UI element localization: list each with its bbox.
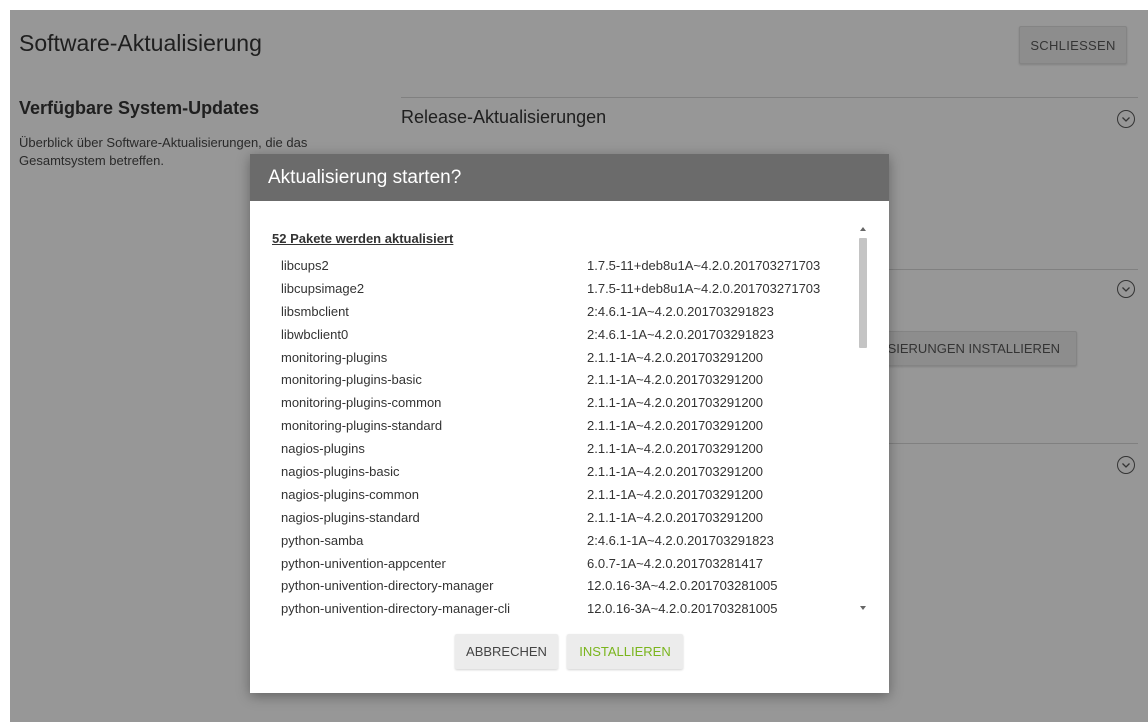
package-version: 2.1.1-1A~4.2.0.201703291200 — [587, 372, 764, 388]
package-version: 2.1.1-1A~4.2.0.201703291200 — [587, 395, 764, 411]
package-name: nagios-plugins-standard — [281, 509, 420, 525]
table-row: nagios-plugins 2.1.1-1A~4.2.0.20170329120… — [272, 437, 856, 460]
table-row: python-univention-appcenter 6.0.7-1A~4.2.… — [272, 552, 856, 575]
package-version: 1.7.5-11+deb8u1A~4.2.0.201703271703 — [587, 280, 821, 296]
package-name: libsmbclient — [281, 303, 349, 319]
table-row: monitoring-plugins-standard 2.1.1-1A~4.2.… — [272, 414, 856, 437]
package-version: 1.7.5-11+deb8u1A~4.2.0.201703271703 — [587, 257, 821, 273]
table-row: libcupsimage2 1.7.5-11+deb8u1A~4.2.0.2017… — [272, 277, 856, 300]
package-version: 2.1.1-1A~4.2.0.201703291200 — [587, 441, 764, 457]
table-row: python-univention-directory-manager 12.0.… — [272, 574, 856, 597]
package-list: 52 Pakete werden aktualisiert libcups2 1.… — [272, 224, 856, 616]
package-name: python-univention-directory-manager — [281, 578, 494, 594]
package-version: 2.1.1-1A~4.2.0.201703291200 — [587, 509, 764, 525]
package-name: libwbclient0 — [281, 326, 349, 342]
cancel-button[interactable]: ABBRECHEN — [455, 634, 558, 669]
package-rows: libcups2 1.7.5-11+deb8u1A~4.2.0.201703271… — [272, 254, 856, 616]
package-name: python-univention-directory-manager-cli — [281, 601, 511, 616]
package-version: 12.0.16-3A~4.2.0.201703281005 — [587, 601, 778, 616]
table-row: monitoring-plugins-basic 2.1.1-1A~4.2.0.2… — [272, 368, 856, 391]
table-row: nagios-plugins-common 2.1.1-1A~4.2.0.2017… — [272, 483, 856, 506]
package-version: 2:4.6.1-1A~4.2.0.201703291823 — [587, 532, 774, 548]
table-row: libsmbclient 2:4.6.1-1A~4.2.0.20170329182… — [272, 300, 856, 323]
table-row: libwbclient0 2:4.6.1-1A~4.2.0.20170329182… — [272, 323, 856, 346]
package-name: python-univention-appcenter — [281, 555, 446, 571]
package-version: 2.1.1-1A~4.2.0.201703291200 — [587, 349, 764, 365]
package-name: python-samba — [281, 532, 364, 548]
update-dialog: Aktualisierung starten? 52 Pakete werden… — [250, 154, 889, 693]
package-version: 2:4.6.1-1A~4.2.0.201703291823 — [587, 303, 774, 319]
table-row: nagios-plugins-basic 2.1.1-1A~4.2.0.20170… — [272, 460, 856, 483]
list-scrollbar[interactable] — [856, 224, 870, 616]
table-row: nagios-plugins-standard 2.1.1-1A~4.2.0.20… — [272, 506, 856, 529]
package-name: nagios-plugins — [281, 441, 365, 457]
install-button[interactable]: INSTALLIEREN — [567, 634, 683, 669]
table-row: python-univention-directory-manager-cli 1… — [272, 597, 856, 616]
package-version: 6.0.7-1A~4.2.0.201703281417 — [587, 555, 764, 571]
package-version: 12.0.16-3A~4.2.0.201703281005 — [587, 578, 778, 594]
package-version: 2.1.1-1A~4.2.0.201703291200 — [587, 486, 764, 502]
package-name: monitoring-plugins — [281, 349, 388, 365]
package-name: monitoring-plugins-standard — [281, 418, 443, 434]
package-name: monitoring-plugins-basic — [281, 372, 422, 388]
table-row: monitoring-plugins 2.1.1-1A~4.2.0.2017032… — [272, 346, 856, 369]
package-version: 2:4.6.1-1A~4.2.0.201703291823 — [587, 326, 774, 342]
package-name: libcups2 — [281, 257, 329, 273]
table-row: libcups2 1.7.5-11+deb8u1A~4.2.0.201703271… — [272, 254, 856, 277]
package-name: libcupsimage2 — [281, 280, 365, 296]
scroll-thumb[interactable] — [859, 238, 867, 348]
package-version: 2.1.1-1A~4.2.0.201703291200 — [587, 463, 764, 479]
package-name: nagios-plugins-common — [281, 486, 420, 502]
scroll-up-icon[interactable] — [860, 227, 866, 231]
dialog-title: Aktualisierung starten? — [250, 154, 889, 201]
package-name: monitoring-plugins-common — [281, 395, 442, 411]
package-version: 2.1.1-1A~4.2.0.201703291200 — [587, 418, 764, 434]
scroll-down-icon[interactable] — [860, 606, 866, 610]
table-row: python-samba 2:4.6.1-1A~4.2.0.20170329182… — [272, 529, 856, 552]
package-name: nagios-plugins-basic — [281, 463, 400, 479]
package-list-heading: 52 Pakete werden aktualisiert — [272, 231, 454, 246]
table-row: monitoring-plugins-common 2.1.1-1A~4.2.0.… — [272, 391, 856, 414]
